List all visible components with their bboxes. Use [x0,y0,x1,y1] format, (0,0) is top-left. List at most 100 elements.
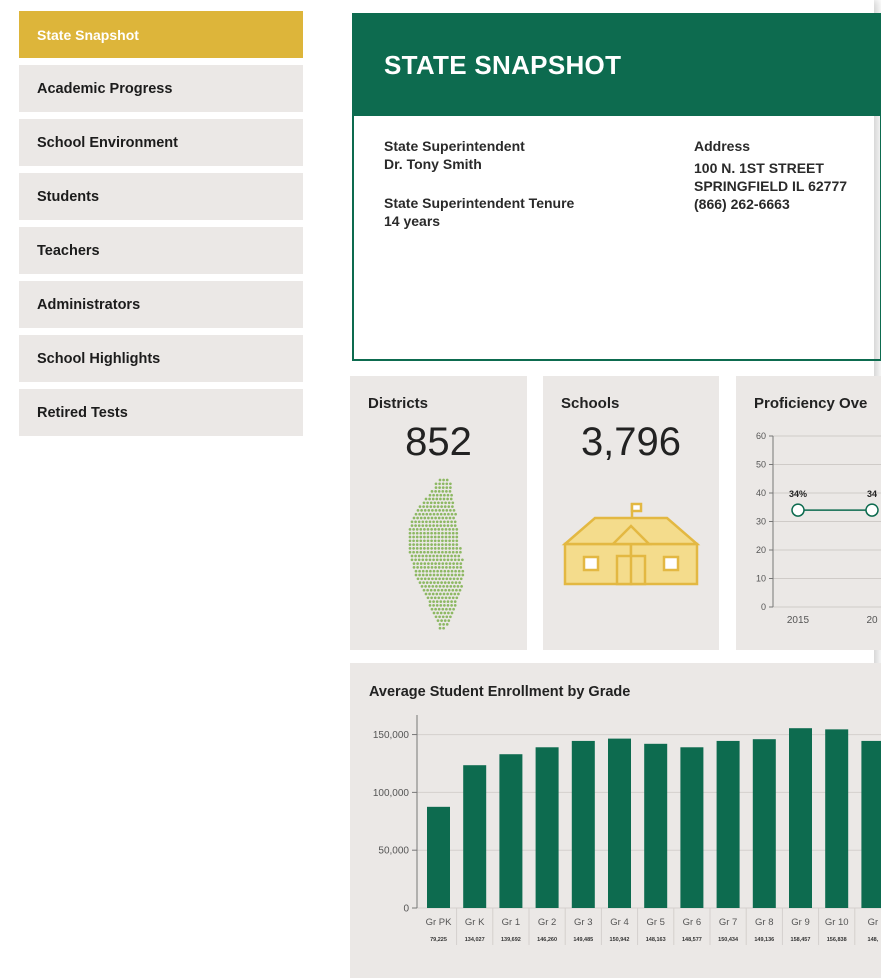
map-dot [440,588,444,592]
schoolhouse-icon [561,502,701,586]
map-dot [428,493,432,497]
map-dot [448,596,451,600]
map-dot [461,569,465,573]
y-tick-label: 0 [761,602,766,612]
sidebar-item-school-highlights[interactable]: School Highlights [19,335,303,382]
value-label: 148, [868,937,879,943]
map-dot [430,550,433,554]
map-dot [445,615,449,619]
map-dot [417,524,421,527]
y-tick-label: 0 [403,904,409,915]
map-dot [431,592,435,596]
map-dot [415,531,419,535]
map-dot [456,585,460,588]
map-dot [448,539,451,543]
map-dot [425,558,428,562]
sidebar-item-school-environment[interactable]: School Environment [19,119,303,166]
map-dot [436,611,439,615]
map-dot [443,558,446,562]
map-dot [426,547,430,550]
map-dot [451,581,454,584]
sidebar-item-teachers[interactable]: Teachers [19,227,303,274]
x-tick-label: Gr 5 [646,917,664,928]
map-dot [432,558,435,562]
map-dot [431,577,434,581]
map-dot [446,524,450,527]
value-label: 148,163 [646,937,666,943]
y-tick-label: 50,000 [378,846,409,857]
map-dot [448,528,451,531]
map-dot [412,528,415,531]
enrollment-bar [608,738,631,908]
schools-label: Schools [561,395,620,412]
map-dot [437,539,441,543]
map-dot [433,581,436,584]
map-dot [441,550,444,554]
map-dot [426,528,430,531]
enrollment-bar [571,740,595,908]
map-dot [437,596,441,600]
map-dot [438,482,441,486]
sidebar-item-administrators[interactable]: Administrators [19,281,303,328]
sidebar-item-academic-progress[interactable]: Academic Progress [19,65,303,112]
map-dot [430,490,434,493]
map-dot [446,554,450,558]
sidebar-item-retired-tests[interactable]: Retired Tests [19,389,303,436]
map-dot [439,520,443,524]
map-dot [423,509,427,512]
map-dot [433,596,437,600]
map-dot [441,562,445,565]
map-dot [418,512,421,516]
map-dot [415,543,419,546]
schools-card: Schools 3,796 [543,376,719,650]
map-dot [457,554,461,558]
map-dot [443,512,447,516]
map-dot [450,493,453,497]
map-dot [425,512,429,516]
map-dot [441,531,444,535]
map-dot [421,558,425,562]
map-dot [443,619,447,622]
map-dot [452,516,455,520]
map-dot [415,528,419,531]
map-dot [426,531,430,535]
map-dot [433,539,437,543]
map-dot [426,539,430,543]
map-dot [439,497,442,501]
map-dot [436,573,439,577]
map-dot [421,573,425,577]
map-dot [417,558,421,562]
map-dot [416,509,420,512]
map-dot [450,554,453,558]
x-tick-label: Gr 8 [755,917,773,928]
map-dot [433,550,437,554]
sidebar-item-state-snapshot[interactable]: State Snapshot [19,11,303,58]
x-tick-label: Gr 2 [538,917,556,928]
map-dot [455,596,459,600]
map-dot [449,592,453,596]
value-label: 79,225 [430,937,447,943]
map-dot [431,585,435,588]
map-dot [423,543,426,546]
map-dot [444,596,448,600]
map-dot [441,596,444,600]
map-dot [437,528,441,531]
map-dot [450,558,453,562]
map-dot [449,497,453,501]
map-dot [454,512,457,516]
sidebar-item-students[interactable]: Students [19,173,303,220]
map-dot [434,607,437,611]
map-dot [422,581,425,584]
map-dot [426,501,429,505]
map-dot [454,581,458,584]
map-dot [437,535,441,539]
map-dot [431,509,434,512]
map-dot [434,482,438,486]
map-dot [437,490,441,493]
map-dot [439,558,443,562]
enrollment-bar [789,728,812,908]
map-dot [461,573,465,577]
map-dot [441,539,444,543]
map-dot [419,543,423,546]
map-dot [438,615,441,619]
